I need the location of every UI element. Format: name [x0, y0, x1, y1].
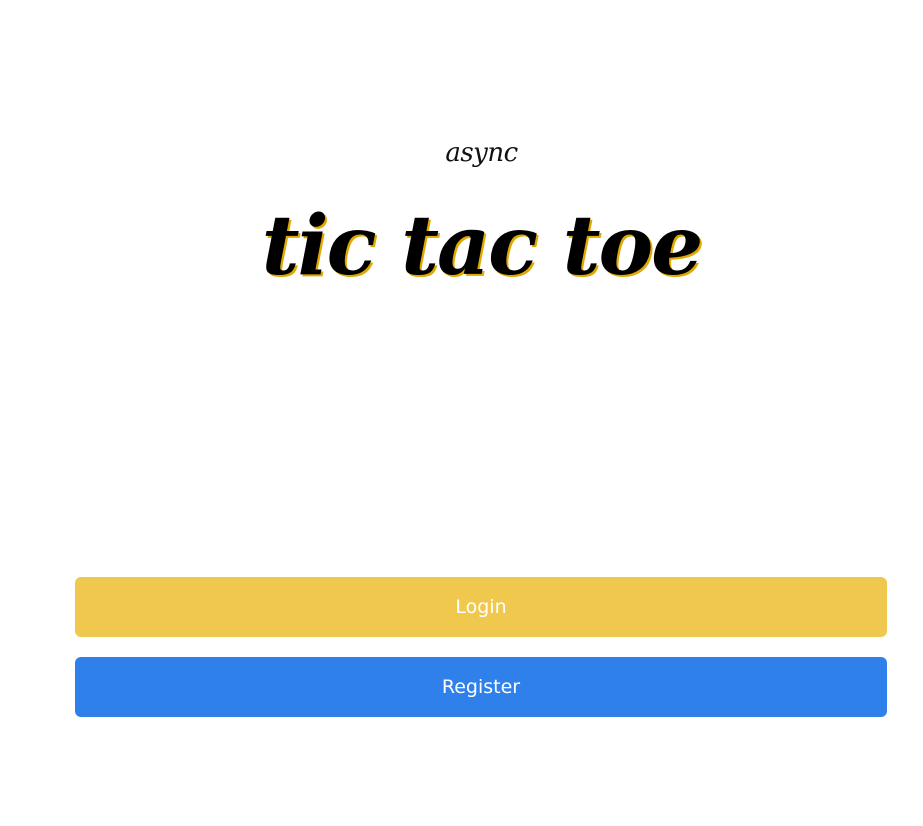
login-button-label: Login: [455, 596, 507, 618]
register-button[interactable]: Register: [75, 657, 887, 717]
register-button-label: Register: [441, 676, 521, 698]
login-button[interactable]: Login: [75, 577, 887, 637]
app-title: tic tac toe: [261, 198, 704, 294]
start-screen: async tic tac toe Login Register: [0, 0, 923, 826]
app-subtitle: async: [445, 138, 518, 168]
